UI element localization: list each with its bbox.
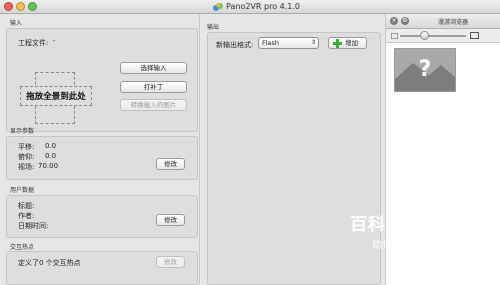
input-section-label: 输入 — [10, 20, 23, 27]
fov-label: 视场: — [18, 163, 35, 171]
zoom-slider-knob[interactable] — [420, 31, 429, 40]
zoom-slider-track[interactable] — [400, 35, 466, 37]
fov-value: 70.00 — [38, 162, 59, 170]
pan-value: 0.0 — [45, 142, 57, 150]
convert-input-image-button[interactable]: 转换输入的图片 — [120, 99, 187, 111]
new-output-format-label: 新输出格式: — [216, 41, 254, 49]
watermark-logo: 百科全说 — [350, 215, 422, 235]
user-data-modify-button[interactable]: 修改 — [156, 214, 185, 226]
plus-icon — [333, 39, 342, 48]
pano2vr-app-icon — [213, 3, 223, 11]
tilt-value: 0.0 — [45, 152, 57, 160]
zoom-large-icon — [470, 32, 479, 39]
title-field-label: 标题: — [18, 202, 35, 210]
window-title: Pano2VR pro 4.1.0 — [226, 2, 300, 11]
display-params-modify-button[interactable]: 修改 — [156, 158, 185, 170]
dropzone-label: 拖放全景到此处 — [26, 92, 86, 102]
zoom-slider-row — [386, 29, 500, 43]
watermark: 百科全说 助你轻松解决 — [350, 210, 460, 260]
zoom-window-button[interactable] — [28, 2, 37, 11]
svg-text:?: ? — [419, 57, 432, 82]
project-file-label: 工程文件: — [18, 39, 49, 47]
placeholder-landscape-icon: ? — [395, 49, 455, 91]
tilt-label: 俯仰: — [18, 153, 35, 161]
patch-button[interactable]: 打补丁 — [120, 81, 187, 93]
pan-label: 平移: — [18, 143, 35, 151]
author-field-label: 作者: — [18, 212, 35, 220]
select-arrows-icon: ⇕ — [310, 39, 316, 46]
user-data-section-label: 用户数据 — [10, 187, 35, 194]
tour-browser-header: × ⚙ 漫游浏览器 — [386, 14, 500, 29]
output-format-select[interactable]: Flash ⇕ — [258, 37, 319, 49]
display-params-section-label: 显示参数 — [10, 128, 35, 135]
output-format-selected: Flash — [262, 39, 280, 47]
hotspots-section-label: 交互热点 — [10, 244, 35, 251]
minimize-window-button[interactable] — [16, 2, 25, 11]
title-bar: Pano2VR pro 4.1.0 — [0, 0, 500, 14]
project-file-value: - — [53, 37, 56, 45]
settings-gear-icon[interactable]: ⚙ — [401, 17, 409, 25]
zoom-small-icon — [391, 33, 398, 39]
output-section-label: 输出 — [207, 24, 220, 31]
close-window-button[interactable] — [4, 2, 13, 11]
datetime-field-label: 日期时间: — [18, 222, 49, 230]
select-input-button[interactable]: 选择输入 — [120, 62, 187, 74]
add-output-button[interactable]: 增加 — [328, 37, 367, 49]
hotspots-summary: 定义了0 个交互热点 — [18, 259, 81, 267]
panorama-thumbnail[interactable]: ? — [394, 48, 456, 92]
hotspots-modify-button[interactable]: 修改 — [156, 256, 185, 268]
tour-browser-title: 漫游浏览器 — [438, 19, 469, 26]
watermark-subtitle: 助你轻松解决 — [372, 240, 438, 251]
add-output-label: 增加 — [345, 39, 358, 47]
close-browser-icon[interactable]: × — [390, 17, 398, 25]
panorama-dropzone[interactable]: 拖放全景到此处 — [20, 72, 92, 124]
